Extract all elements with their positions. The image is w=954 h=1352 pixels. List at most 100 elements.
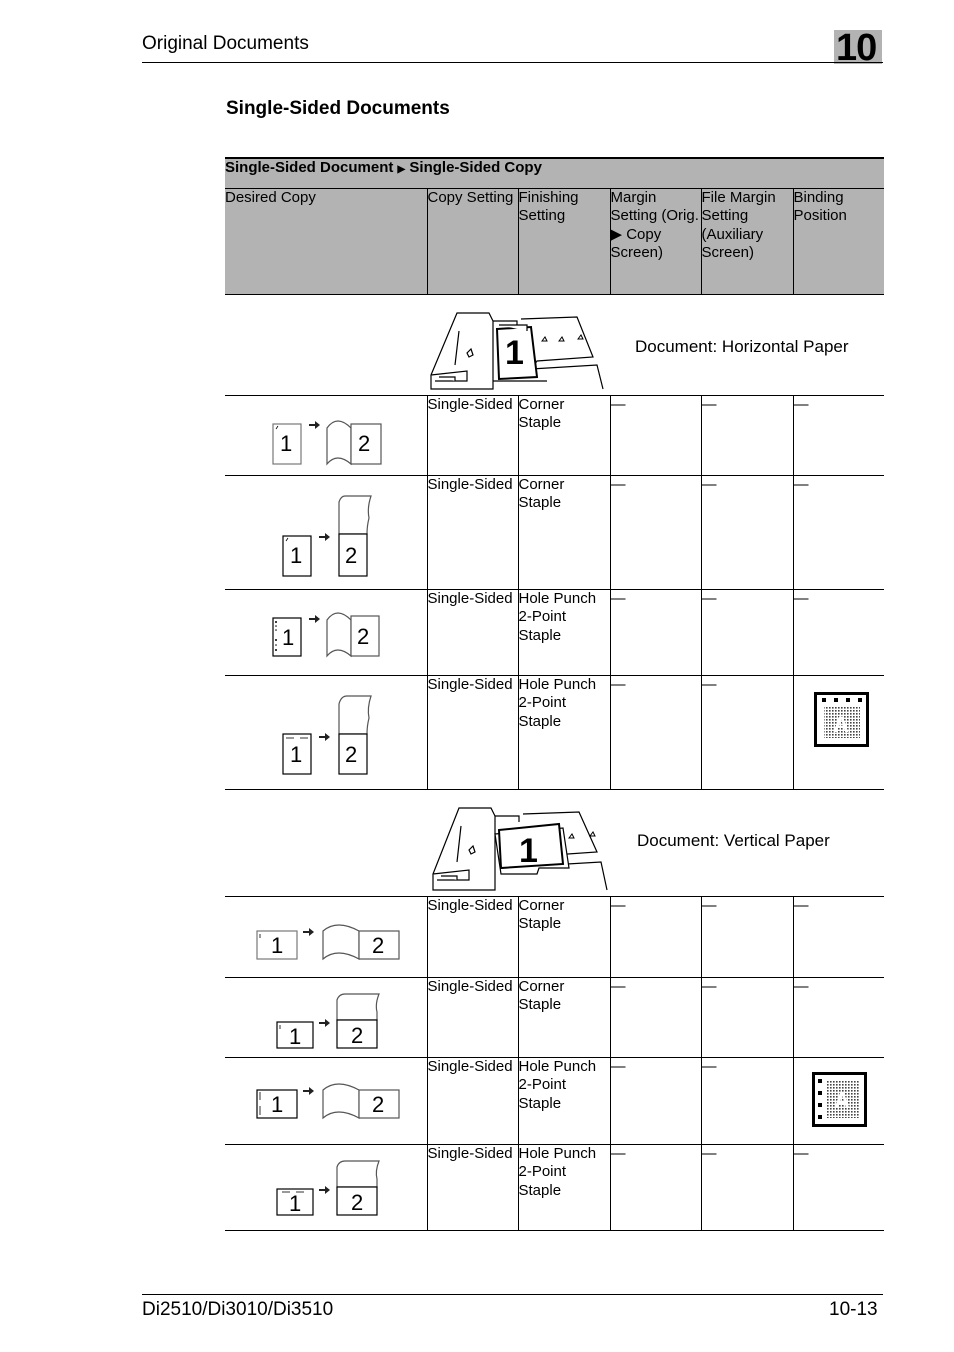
desired-copy-diagram: 1 2 bbox=[225, 475, 427, 590]
svg-text:1: 1 bbox=[290, 543, 302, 568]
svg-text:2: 2 bbox=[358, 431, 370, 456]
svg-text:2: 2 bbox=[351, 1190, 363, 1215]
desired-copy-diagram: 1 2 bbox=[225, 675, 427, 790]
copier-adf-vertical-icon: 1 bbox=[432, 806, 608, 891]
margin-setting-cell: — bbox=[609, 1057, 701, 1145]
corner-staple-book-diagram: 1 2 bbox=[272, 419, 382, 466]
hole-punch-book-diagram: 1 2 bbox=[272, 611, 380, 658]
binding-position-cell: — bbox=[792, 589, 884, 676]
svg-text:1: 1 bbox=[289, 1024, 301, 1049]
svg-text:1: 1 bbox=[282, 625, 294, 650]
col-header-finishing-setting: Finishing Setting bbox=[517, 188, 610, 295]
table-row: 1 2 Single-Sided Hole Punch 2-Point Stap… bbox=[225, 1144, 884, 1231]
document-type-row: 1 Document: Horizontal Paper bbox=[225, 294, 884, 396]
binding-position-cell: — bbox=[792, 1144, 884, 1231]
col-header-margin-setting: Margin Setting (Orig. ▶ Copy Screen) bbox=[609, 188, 701, 295]
svg-text:A: A bbox=[833, 712, 849, 737]
margin-setting-cell: — bbox=[609, 1144, 701, 1231]
desired-copy-diagram: 1 2 bbox=[225, 1144, 427, 1231]
document-type-row: 1 Document: Vertical Paper bbox=[225, 789, 884, 897]
binding-position-cell: A bbox=[792, 675, 884, 790]
hole-punch-tablet-diagram: 1 2 bbox=[276, 1159, 380, 1216]
binding-position-cell: — bbox=[792, 977, 884, 1058]
margin-setting-cell: — bbox=[609, 395, 701, 476]
svg-text:2: 2 bbox=[345, 742, 357, 767]
margin-setting-cell: — bbox=[609, 675, 701, 790]
desired-copy-diagram: 1 2 bbox=[225, 977, 427, 1058]
corner-staple-tablet-diagram: 1 2 bbox=[282, 494, 372, 577]
binding-position-cell: A bbox=[792, 1057, 884, 1145]
corner-staple-book-diagram: 1 2 bbox=[256, 923, 400, 960]
desired-copy-diagram: 1 2 bbox=[225, 395, 427, 476]
svg-text:2: 2 bbox=[351, 1023, 363, 1048]
left-binding-icon: A bbox=[811, 1071, 867, 1127]
hole-punch-book-diagram: 1 2 bbox=[256, 1082, 400, 1119]
file-margin-cell: — bbox=[700, 977, 793, 1058]
finishing-setting-cell: Hole Punch 2-Point Staple bbox=[517, 1144, 610, 1231]
table-row: 1 2 Single-Sided Hole Punch 2-Point Stap… bbox=[225, 589, 884, 676]
svg-text:2: 2 bbox=[372, 933, 384, 958]
file-margin-cell: — bbox=[700, 475, 793, 590]
running-header-title: Original Documents bbox=[142, 33, 309, 54]
copy-setting-cell: Single-Sided bbox=[426, 977, 518, 1058]
header-rule bbox=[142, 62, 883, 63]
col-header-copy-setting: Copy Setting bbox=[426, 188, 518, 295]
table-title: Single-Sided Document ▶ Single-Sided Cop… bbox=[225, 157, 884, 189]
svg-text:1: 1 bbox=[271, 933, 283, 958]
settings-table: Single-Sided Document ▶ Single-Sided Cop… bbox=[225, 157, 884, 1231]
binding-position-cell: — bbox=[792, 475, 884, 590]
svg-text:2: 2 bbox=[345, 543, 357, 568]
footer-rule bbox=[142, 1294, 883, 1295]
copy-setting-cell: Single-Sided bbox=[426, 896, 518, 978]
desired-copy-diagram: 1 2 bbox=[225, 896, 427, 978]
svg-text:1: 1 bbox=[519, 832, 538, 870]
table-row: 1 2 Single-Sided Corner Staple — — — bbox=[225, 896, 884, 978]
svg-text:1: 1 bbox=[289, 1191, 301, 1216]
finishing-setting-cell: Hole Punch 2-Point Staple bbox=[517, 1057, 610, 1145]
corner-staple-tablet-diagram: 1 2 bbox=[276, 992, 380, 1049]
finishing-setting-cell: Corner Staple bbox=[517, 896, 610, 978]
binding-position-cell: — bbox=[792, 896, 884, 978]
svg-text:1: 1 bbox=[290, 742, 302, 767]
top-binding-icon: A bbox=[813, 691, 869, 747]
svg-text:1: 1 bbox=[271, 1092, 283, 1117]
document-orientation-label: Document: Vertical Paper bbox=[637, 830, 830, 850]
copy-setting-cell: Single-Sided bbox=[426, 675, 518, 790]
arrow-right-icon: ▶ bbox=[397, 164, 406, 175]
file-margin-cell: — bbox=[700, 589, 793, 676]
file-margin-cell: — bbox=[700, 1057, 793, 1145]
desired-copy-diagram: 1 2 bbox=[225, 1057, 427, 1145]
svg-text:1: 1 bbox=[505, 334, 524, 372]
binding-position-cell: — bbox=[792, 395, 884, 476]
copy-setting-cell: Single-Sided bbox=[426, 1144, 518, 1231]
file-margin-cell: — bbox=[700, 896, 793, 978]
copy-setting-cell: Single-Sided bbox=[426, 589, 518, 676]
svg-text:1: 1 bbox=[280, 431, 292, 456]
hole-punch-tablet-diagram: 1 2 bbox=[282, 694, 372, 775]
finishing-setting-cell: Corner Staple bbox=[517, 475, 610, 590]
margin-setting-cell: — bbox=[609, 589, 701, 676]
svg-text:2: 2 bbox=[357, 624, 369, 649]
table-row: 1 2 Single-Sided Corner Staple — — — bbox=[225, 395, 884, 476]
finishing-setting-cell: Hole Punch 2-Point Staple bbox=[517, 589, 610, 676]
footer-model: Di2510/Di3010/Di3510 bbox=[142, 1299, 334, 1320]
col-header-desired-copy: Desired Copy bbox=[225, 188, 427, 295]
table-row: 1 2 Single-Sided Hole Punch 2-Point Stap… bbox=[225, 1057, 884, 1145]
copy-setting-cell: Single-Sided bbox=[426, 1057, 518, 1145]
finishing-setting-cell: Hole Punch 2-Point Staple bbox=[517, 675, 610, 790]
file-margin-cell: — bbox=[700, 1144, 793, 1231]
document-orientation-label: Document: Horizontal Paper bbox=[635, 336, 849, 356]
copy-setting-cell: Single-Sided bbox=[426, 475, 518, 590]
section-title: Single-Sided Documents bbox=[226, 98, 450, 119]
svg-text:2: 2 bbox=[372, 1092, 384, 1117]
footer-page-number: 10-13 bbox=[829, 1299, 878, 1320]
table-row: 1 2 Single-Sided Hole Punch 2-Point Stap… bbox=[225, 675, 884, 790]
margin-setting-cell: — bbox=[609, 977, 701, 1058]
finishing-setting-cell: Corner Staple bbox=[517, 977, 610, 1058]
copy-setting-cell: Single-Sided bbox=[426, 395, 518, 476]
margin-setting-cell: — bbox=[609, 896, 701, 978]
chapter-number: 10 bbox=[836, 27, 877, 69]
margin-setting-cell: — bbox=[609, 475, 701, 590]
col-header-file-margin-setting: File Margin Setting (Auxiliary Screen) bbox=[700, 188, 793, 295]
table-row: 1 2 Single-Sided Corner Staple — — — bbox=[225, 475, 884, 590]
